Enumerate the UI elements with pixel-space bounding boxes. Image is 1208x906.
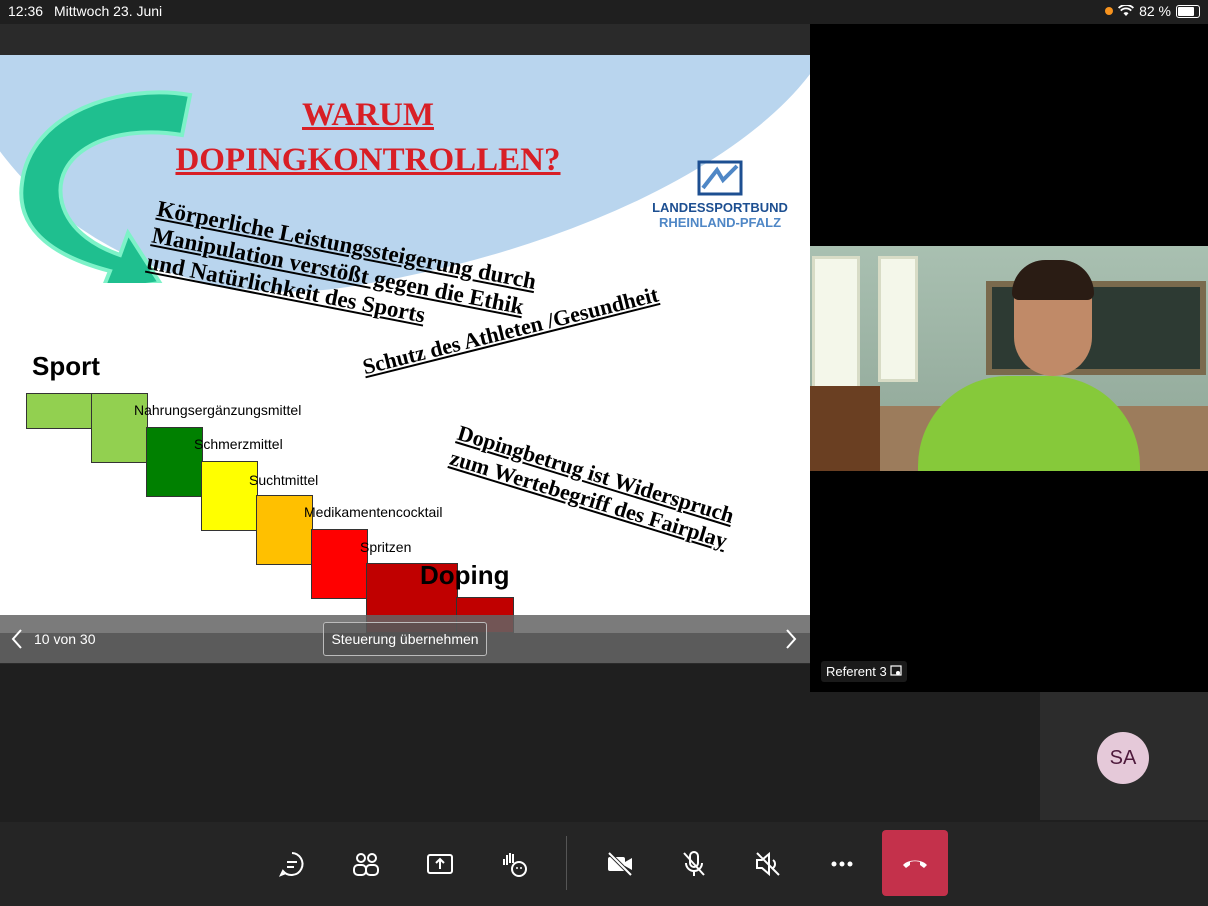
call-toolbar xyxy=(0,822,1208,906)
stair-label: Medikamentencocktail xyxy=(304,504,443,520)
more-icon xyxy=(831,861,853,867)
chat-icon xyxy=(278,852,304,877)
reactions-button[interactable] xyxy=(492,842,536,886)
bookshelf xyxy=(810,386,880,471)
camera-off-icon xyxy=(607,851,633,877)
participants-button[interactable] xyxy=(344,842,388,886)
speaker-off-icon xyxy=(756,851,780,877)
stair-label: Nahrungsergänzungsmittel xyxy=(134,402,302,418)
slide-counter: 10 von 30 xyxy=(34,631,96,647)
participant-video[interactable] xyxy=(810,246,1208,471)
toolbar-divider xyxy=(566,836,567,890)
status-time: 12:36 xyxy=(8,3,44,19)
slide-nav-bar: 10 von 30 Steuerung übernehmen xyxy=(0,615,810,663)
video-panel: Referent 3 xyxy=(810,24,1208,692)
participants-icon xyxy=(353,853,379,876)
mic-toggle-button[interactable] xyxy=(672,842,716,886)
take-control-button[interactable]: Steuerung übernehmen xyxy=(323,622,487,656)
hangup-icon xyxy=(903,860,927,868)
slide-title-line1: WARUM xyxy=(302,97,434,133)
staircase-start-label: Sport xyxy=(32,351,100,381)
slide-title-line2: DOPINGKONTROLLEN? xyxy=(175,142,561,178)
camera-toggle-button[interactable] xyxy=(598,842,642,886)
shared-content-area: WARUM DOPINGKONTROLLEN? LANDESSPORTBUND … xyxy=(0,24,810,664)
screen-share-indicator-icon xyxy=(890,665,902,676)
window-middle xyxy=(878,256,918,382)
next-slide-icon[interactable] xyxy=(784,628,798,650)
more-button[interactable] xyxy=(820,842,864,886)
statement-fairplay: Dopingbetrug ist Widerspruch zum Wertebe… xyxy=(447,420,738,554)
speaker-toggle-button[interactable] xyxy=(746,842,790,886)
logo-line2: RHEINLAND-PFALZ xyxy=(658,215,782,230)
hangup-button[interactable] xyxy=(882,830,948,896)
share-button[interactable] xyxy=(418,842,462,886)
logo-line1: LANDESSPORTBUND xyxy=(652,200,788,215)
avatar: SA xyxy=(1097,732,1149,784)
stair-label: Spritzen xyxy=(360,539,412,555)
reactions-icon xyxy=(503,853,527,877)
stair-label: Schmerzmittel xyxy=(194,436,283,452)
status-date: Mittwoch 23. Juni xyxy=(54,3,163,19)
battery-percent: 82 % xyxy=(1139,3,1171,19)
chat-button[interactable] xyxy=(270,842,314,886)
mic-off-icon xyxy=(683,851,705,876)
status-right: 82 % xyxy=(1105,3,1200,19)
mic-in-use-dot-icon xyxy=(1105,7,1114,15)
landessportbund-logo: LANDESSPORTBUND RHEINLAND-PFALZ xyxy=(640,160,800,230)
wifi-icon xyxy=(1118,5,1135,16)
participant-tile[interactable]: SA xyxy=(1040,692,1208,820)
participant-name: Referent 3 xyxy=(826,664,887,679)
share-icon xyxy=(427,854,453,874)
presentation-slide: WARUM DOPINGKONTROLLEN? LANDESSPORTBUND … xyxy=(0,55,810,633)
stair-step xyxy=(26,393,94,429)
landessportbund-emblem-icon xyxy=(697,160,743,196)
status-bar: 12:36 Mittwoch 23. Juni 82 % xyxy=(0,0,1208,24)
slide-title: WARUM DOPINGKONTROLLEN? xyxy=(158,93,578,183)
previous-slide-icon[interactable] xyxy=(10,628,24,650)
staircase-end-label: Doping xyxy=(420,560,510,590)
battery-icon xyxy=(1176,4,1200,18)
stair-label: Suchtmittel xyxy=(249,472,319,488)
participant-name-label: Referent 3 xyxy=(821,661,908,682)
